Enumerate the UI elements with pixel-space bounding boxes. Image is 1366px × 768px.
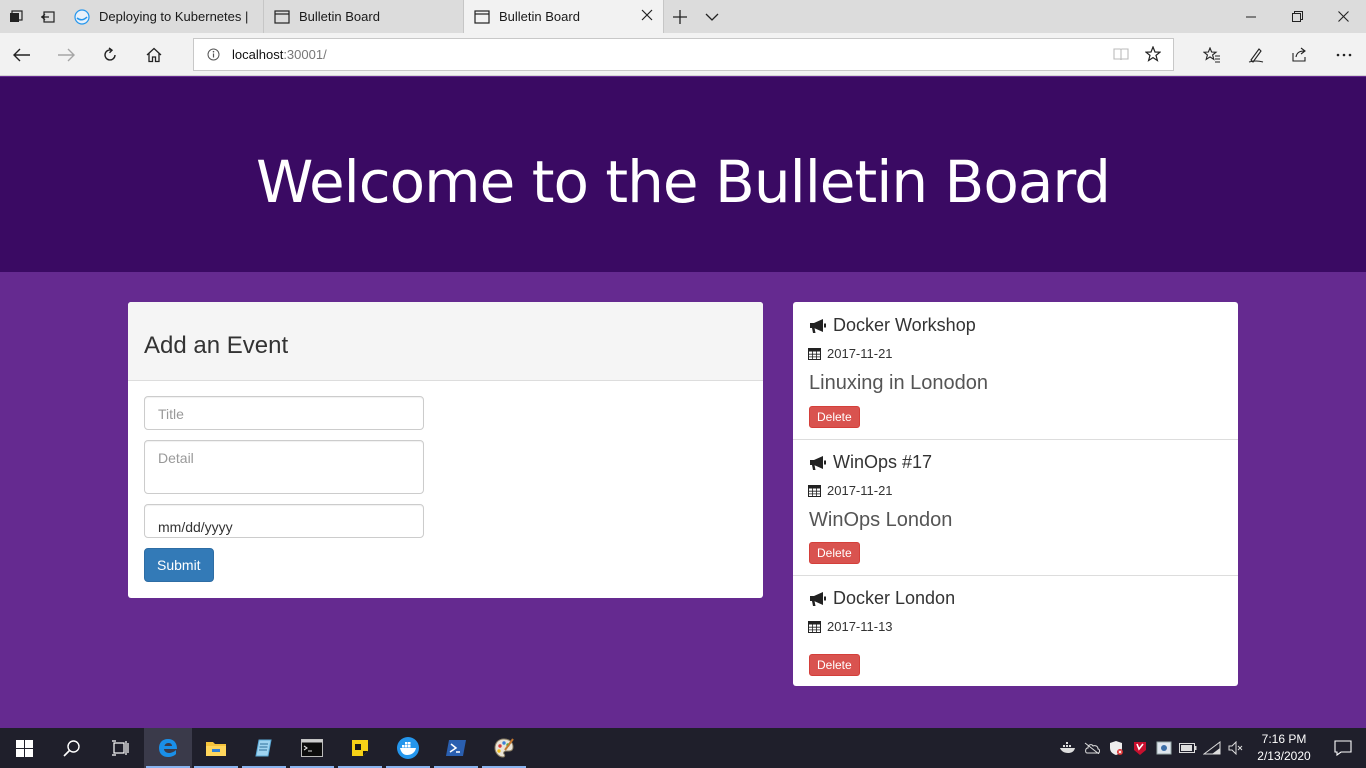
new-tab-icon[interactable] — [664, 0, 696, 33]
address-bar[interactable]: localhost:30001/ — [193, 38, 1174, 71]
bullhorn-icon — [808, 591, 828, 607]
close-tab-icon[interactable] — [641, 9, 653, 24]
cmd-icon[interactable] — [288, 728, 336, 768]
page-header: Welcome to the Bulletin Board — [0, 77, 1366, 272]
event-date: 2017-11-21 — [827, 346, 893, 361]
url-text[interactable]: localhost:30001/ — [232, 47, 327, 62]
sticky-notes-icon[interactable] — [336, 728, 384, 768]
events-list: Docker Workshop 2017-11-21 Linuxing in L… — [793, 302, 1238, 686]
tab-label: Bulletin Board — [299, 9, 380, 24]
calendar-icon — [808, 620, 821, 633]
system-clock[interactable]: 7:16 PM 2/13/2020 — [1248, 731, 1320, 765]
task-view-icon[interactable] — [96, 728, 144, 768]
bullhorn-icon — [808, 455, 828, 471]
url-port-path: :30001/ — [283, 47, 327, 62]
set-tabs-aside-icon[interactable] — [32, 0, 64, 33]
add-event-panel: Add an Event Title Detail mm/dd/yyyy Sub… — [128, 302, 763, 598]
event-title: WinOps #17 — [833, 452, 933, 472]
event-date: 2017-11-21 — [827, 483, 893, 498]
restore-icon[interactable] — [1274, 0, 1320, 33]
refresh-icon[interactable] — [88, 33, 132, 76]
browser-nav-bar: localhost:30001/ — [0, 33, 1366, 76]
tab-bulletin-board-2[interactable]: Bulletin Board — [464, 0, 664, 33]
detail-textarea[interactable]: Detail — [144, 440, 424, 494]
date-input[interactable]: mm/dd/yyyy — [144, 504, 424, 538]
battery-icon[interactable] — [1176, 728, 1200, 768]
close-window-icon[interactable] — [1320, 0, 1366, 33]
event-title: Docker Workshop — [833, 315, 976, 335]
tab-bulletin-board-1[interactable]: Bulletin Board — [264, 0, 464, 33]
page-icon — [474, 9, 490, 24]
edge-icon[interactable] — [144, 728, 192, 768]
search-icon[interactable] — [48, 728, 96, 768]
favorites-icon[interactable] — [1190, 33, 1234, 76]
event-title: Docker London — [833, 588, 956, 608]
volume-mute-icon[interactable] — [1224, 728, 1248, 768]
clock-date: 2/13/2020 — [1257, 749, 1311, 763]
minimize-icon[interactable] — [1228, 0, 1274, 33]
notification-center-icon[interactable] — [1320, 728, 1366, 768]
docker-tray-icon[interactable] — [1056, 728, 1080, 768]
network-device-icon[interactable] — [1152, 728, 1176, 768]
more-menu-icon[interactable] — [1322, 33, 1366, 76]
tab-manager-icon[interactable] — [0, 0, 32, 33]
delete-button[interactable]: Delete — [809, 542, 860, 564]
windows-taskbar: 7:16 PM 2/13/2020 — [0, 728, 1366, 768]
share-icon[interactable] — [1278, 33, 1322, 76]
delete-button[interactable]: Delete — [809, 654, 860, 676]
bullhorn-icon — [808, 318, 828, 334]
clock-time: 7:16 PM — [1261, 732, 1307, 746]
file-explorer-icon[interactable] — [192, 728, 240, 768]
browser-tab-bar: Deploying to Kubernetes | D Bulletin Boa… — [0, 0, 1366, 33]
calendar-icon — [808, 484, 821, 497]
tab-label: Deploying to Kubernetes | D — [99, 9, 253, 24]
docker-icon[interactable] — [384, 728, 432, 768]
submit-button[interactable]: Submit — [144, 548, 214, 582]
event-detail: Linuxing in Lonodon — [809, 372, 989, 394]
onedrive-off-icon[interactable] — [1080, 728, 1104, 768]
page-icon — [274, 9, 290, 24]
event-date: 2017-11-13 — [827, 619, 893, 634]
favorite-star-icon[interactable] — [1144, 45, 1162, 67]
event-item: Docker Workshop 2017-11-21 Linuxing in L… — [793, 302, 1238, 440]
chevron-down-icon[interactable] — [696, 0, 728, 33]
wifi-icon[interactable] — [1200, 728, 1224, 768]
antivirus-icon[interactable] — [1128, 728, 1152, 768]
tab-deploying-kubernetes[interactable]: Deploying to Kubernetes | D — [64, 0, 264, 33]
event-item: Docker London 2017-11-13 Delete — [793, 576, 1238, 686]
docker-docs-icon — [74, 8, 90, 25]
start-icon[interactable] — [0, 728, 48, 768]
pen-icon[interactable] — [1234, 33, 1278, 76]
tab-label: Bulletin Board — [499, 9, 580, 24]
site-info-icon[interactable] — [207, 48, 220, 66]
powershell-icon[interactable] — [432, 728, 480, 768]
paint-icon[interactable] — [480, 728, 528, 768]
event-detail: WinOps London — [809, 509, 953, 531]
calendar-icon — [808, 347, 821, 360]
page-title: Welcome to the Bulletin Board — [256, 147, 1111, 216]
system-tray: 7:16 PM 2/13/2020 — [1056, 728, 1366, 768]
notepad-icon[interactable] — [240, 728, 288, 768]
reading-view-icon[interactable] — [1113, 47, 1129, 66]
security-shield-icon[interactable] — [1104, 728, 1128, 768]
forward-icon[interactable] — [44, 33, 88, 76]
url-host: localhost — [232, 47, 284, 62]
title-input[interactable]: Title — [144, 396, 424, 430]
add-event-heading: Add an Event — [128, 302, 763, 381]
home-icon[interactable] — [132, 33, 176, 76]
delete-button[interactable]: Delete — [809, 406, 860, 428]
back-icon[interactable] — [0, 33, 44, 76]
event-item: WinOps #17 2017-11-21 WinOps London Dele… — [793, 440, 1238, 576]
